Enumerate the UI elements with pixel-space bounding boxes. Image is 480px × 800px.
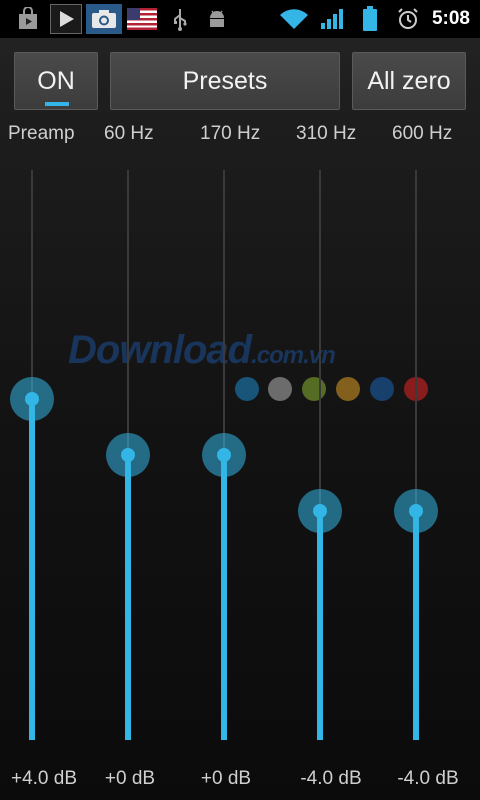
wifi-icon	[278, 4, 310, 34]
slider-thumb-dot	[121, 448, 135, 462]
slider-fill-170hz	[221, 455, 227, 740]
slider-thumb-dot	[409, 504, 423, 518]
slider-thumb-310hz[interactable]	[298, 489, 342, 533]
camera-icon	[86, 4, 122, 34]
us-flag-icon	[126, 4, 158, 34]
signal-icon	[318, 4, 348, 34]
all-zero-label: All zero	[367, 66, 451, 95]
slider-fill-600hz	[413, 511, 419, 740]
play-icon	[50, 4, 82, 34]
band-label-60hz: 60 Hz	[104, 123, 154, 144]
db-label-60hz: +0 dB	[104, 768, 156, 789]
db-label-preamp: +4.0 dB	[10, 768, 78, 789]
battery-icon	[358, 4, 382, 34]
db-label-600hz: -4.0 dB	[397, 768, 459, 789]
slider-fill-preamp	[29, 399, 35, 740]
watermark-dot	[302, 377, 326, 401]
status-time: 5:08	[431, 8, 470, 29]
slider-thumb-600hz[interactable]	[394, 489, 438, 533]
slider-thumb-dot	[217, 448, 231, 462]
on-indicator	[45, 102, 69, 106]
watermark-dot	[370, 377, 394, 401]
on-toggle-button[interactable]: ON	[14, 52, 98, 110]
band-label-310hz: 310 Hz	[296, 123, 357, 144]
usb-icon	[168, 4, 192, 34]
android-debug-icon	[204, 4, 230, 34]
band-label-170hz: 170 Hz	[200, 123, 261, 144]
slider-thumb-60hz[interactable]	[106, 433, 150, 477]
watermark-logo: Download.com.vn	[68, 328, 336, 373]
db-label-310hz: -4.0 dB	[300, 768, 362, 789]
slider-fill-60hz	[125, 455, 131, 740]
slider-fill-310hz	[317, 511, 323, 740]
band-label-preamp: Preamp	[8, 123, 75, 144]
alarm-icon	[394, 4, 422, 34]
slider-thumb-dot	[313, 504, 327, 518]
watermark-dot	[268, 377, 292, 401]
watermark-dot	[235, 377, 259, 401]
presets-button[interactable]: Presets	[110, 52, 340, 110]
band-label-600hz: 600 Hz	[392, 123, 453, 144]
all-zero-button[interactable]: All zero	[352, 52, 466, 110]
slider-thumb-preamp[interactable]	[10, 377, 54, 421]
slider-thumb-170hz[interactable]	[202, 433, 246, 477]
presets-label: Presets	[182, 66, 268, 95]
slider-thumb-dot	[25, 392, 39, 406]
db-label-170hz: +0 dB	[200, 768, 252, 789]
status-bar: 5:08	[0, 0, 480, 38]
on-toggle-label: ON	[37, 66, 75, 95]
watermark-dot	[336, 377, 360, 401]
play-store-icon	[14, 4, 42, 34]
watermark-domain-text: .com.vn	[251, 342, 336, 369]
